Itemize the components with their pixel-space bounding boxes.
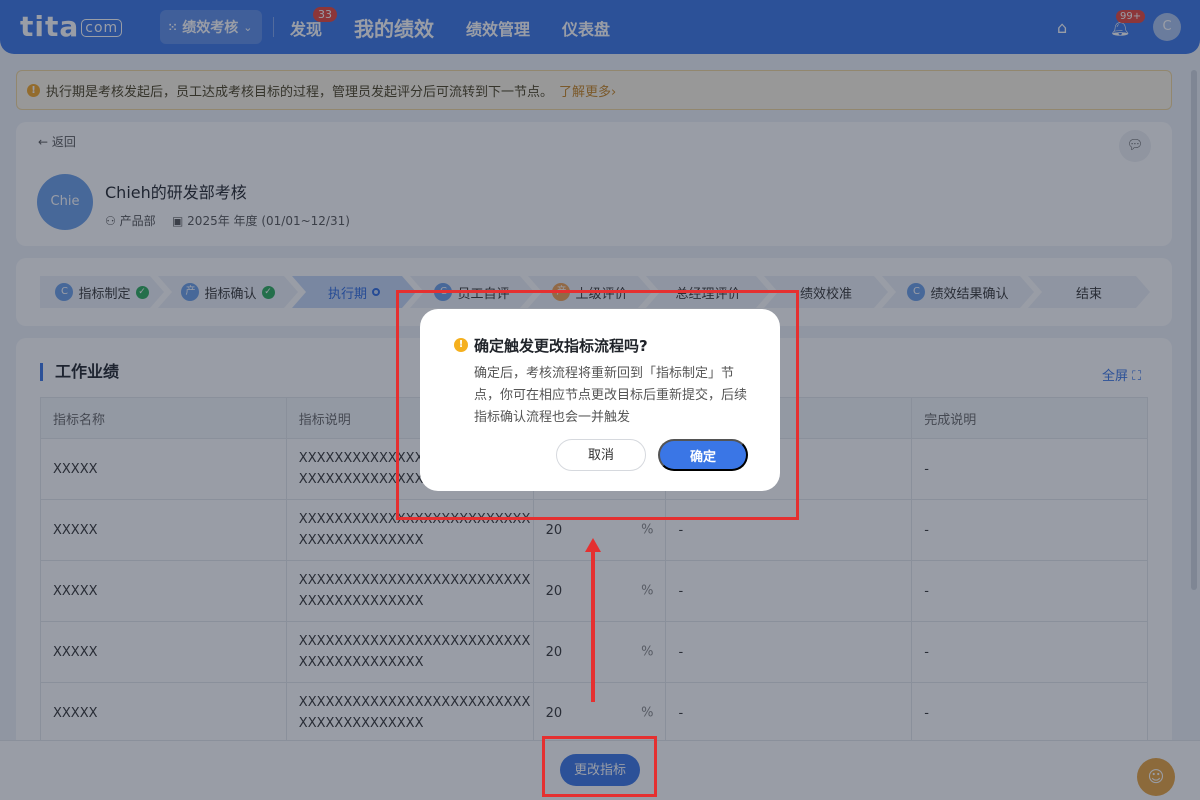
annotation-arrow-shaft — [591, 552, 595, 702]
annotation-highlight-dialog — [396, 290, 799, 520]
annotation-highlight-button — [542, 736, 657, 797]
annotation-arrow-head — [585, 538, 601, 552]
